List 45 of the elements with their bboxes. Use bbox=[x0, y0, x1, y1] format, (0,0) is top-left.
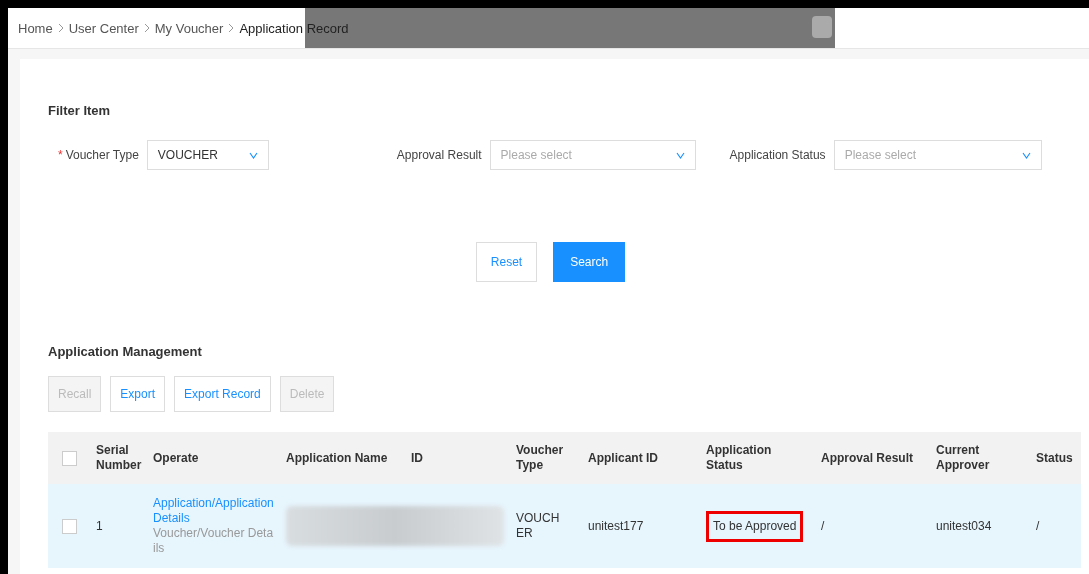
select-field[interactable]: Please select bbox=[489, 140, 696, 170]
table-cell: 1 bbox=[96, 518, 103, 533]
column-header: ID bbox=[411, 450, 423, 465]
chevron-down-icon bbox=[1021, 151, 1031, 159]
checkbox[interactable] bbox=[61, 450, 77, 466]
checkbox[interactable] bbox=[61, 518, 77, 534]
table-cell: / bbox=[821, 518, 825, 533]
field-label: Application Status bbox=[729, 148, 826, 162]
breadcrumb-link[interactable]: My Voucher bbox=[154, 20, 224, 36]
column-header: Voucher Type bbox=[516, 443, 564, 472]
column-header: Status bbox=[1036, 450, 1073, 465]
breadcrumb-link[interactable]: User Center bbox=[68, 20, 139, 36]
chevron-down-icon bbox=[248, 151, 258, 159]
column-header: Current Approver bbox=[936, 443, 990, 472]
select-field[interactable]: Please select bbox=[833, 140, 1042, 170]
required-mark: * bbox=[58, 148, 63, 162]
table-row[interactable]: 1 Application/Application Details Voucher/Voucher Details VOUCHER unitest177 To be Approved / unitest034 / bbox=[48, 484, 1081, 568]
search-button[interactable]: Search bbox=[553, 242, 626, 282]
chevron-right-icon bbox=[57, 23, 64, 33]
reset-button[interactable]: Reset bbox=[475, 242, 538, 282]
table-cell-text: VOUCHER bbox=[516, 511, 561, 541]
table-cell: unitest034 bbox=[936, 518, 992, 533]
column-header: Approval Result bbox=[821, 450, 913, 465]
column-header: Application Status bbox=[706, 443, 772, 472]
table-cell: unitest177 bbox=[588, 518, 644, 533]
table-cell: / bbox=[1036, 518, 1040, 533]
details-link[interactable]: Application/Application Details bbox=[153, 496, 275, 526]
field-label: * Voucher Type bbox=[58, 148, 139, 162]
highlighted-status: To be Approved bbox=[706, 510, 804, 542]
section-title: Application Management bbox=[48, 344, 203, 359]
details-link[interactable]: Voucher/Voucher Details bbox=[153, 526, 275, 556]
section-title: Filter Item bbox=[48, 103, 112, 118]
breadcrumb-link[interactable]: Home bbox=[18, 20, 53, 36]
column-header: Operate bbox=[153, 450, 199, 465]
toolbar-button[interactable]: Export Record bbox=[174, 376, 271, 412]
chevron-right-icon bbox=[228, 23, 235, 33]
select-field[interactable]: VOUCHER bbox=[146, 140, 269, 170]
chevron-right-icon bbox=[143, 23, 150, 33]
column-header: Serial Number bbox=[96, 443, 142, 472]
column-header: Applicant ID bbox=[588, 450, 658, 465]
field-label: Approval Result bbox=[396, 148, 482, 162]
chevron-down-icon bbox=[675, 151, 685, 159]
toolbar-button[interactable]: Export bbox=[110, 376, 166, 412]
breadcrumb-link[interactable]: Application Record bbox=[239, 20, 349, 36]
column-header: Application Name bbox=[286, 450, 388, 465]
